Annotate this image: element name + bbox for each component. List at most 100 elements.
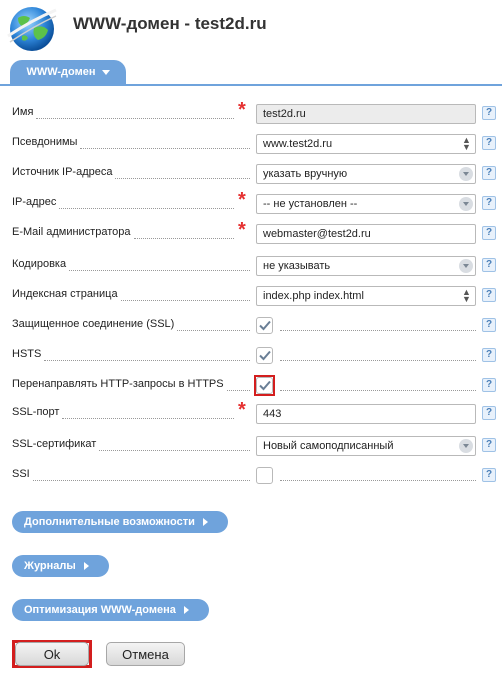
page-header: WWW-домен - test2d.ru <box>0 0 502 58</box>
field-label: Источник IP-адреса <box>12 166 113 178</box>
leader-dots <box>62 418 234 419</box>
field-label: SSL-сертификат <box>12 438 97 450</box>
help-icon[interactable]: ? <box>482 166 496 180</box>
help-icon[interactable]: ? <box>482 288 496 302</box>
field-value: index.php index.html <box>263 290 364 302</box>
field-value: -- не установлен -- <box>263 198 358 210</box>
leader-dots <box>59 208 234 209</box>
form-row: SSL-порт * 443? <box>0 399 502 426</box>
section-label: Журналы <box>24 560 76 572</box>
field-label: Перенаправлять HTTP-запросы в HTTPS <box>12 378 224 390</box>
field-label: Имя <box>12 106 34 118</box>
leader-dots <box>99 450 250 451</box>
section-label: Оптимизация WWW-домена <box>24 604 176 616</box>
cancel-button[interactable]: Отмена <box>106 642 185 666</box>
field-value: не указывать <box>263 260 331 272</box>
check-icon <box>259 380 271 391</box>
select-field[interactable]: Новый самоподписанный <box>256 436 476 456</box>
form-row: Кодировка не указывать? <box>0 254 502 278</box>
leader-dots <box>33 480 250 481</box>
form-row: Защищенное соединение (SSL)? <box>0 314 502 338</box>
form-row: IP-адрес * -- не установлен --? <box>0 189 502 216</box>
text-field[interactable]: webmaster@test2d.ru <box>256 224 476 244</box>
help-icon[interactable]: ? <box>482 468 496 482</box>
text-field[interactable]: test2d.ru <box>256 104 476 124</box>
field-label: Защищенное соединение (SSL) <box>12 318 175 330</box>
select-field[interactable]: не указывать <box>256 256 476 276</box>
globe-icon <box>7 7 57 51</box>
chevron-right-icon <box>83 562 89 570</box>
required-marker: * <box>238 99 246 121</box>
required-marker: * <box>238 399 246 421</box>
check-icon <box>259 320 271 331</box>
dropdown-arrow-icon[interactable] <box>459 259 473 273</box>
chevron-down-icon <box>101 69 110 75</box>
leader-dots <box>121 300 250 301</box>
checkbox[interactable] <box>256 347 273 364</box>
help-icon[interactable]: ? <box>482 438 496 452</box>
required-marker: * <box>238 219 246 241</box>
leader-dots <box>80 148 250 149</box>
required-marker: * <box>238 189 246 211</box>
help-icon[interactable]: ? <box>482 406 496 420</box>
leader-dots <box>280 390 476 391</box>
dropdown-arrow-icon[interactable] <box>459 197 473 211</box>
form-row: Псевдонимы www.test2d.ru ▲ ▼? <box>0 132 502 156</box>
field-value: www.test2d.ru <box>263 138 333 150</box>
list-field[interactable]: index.php index.html ▲ ▼ <box>256 286 476 306</box>
field-value: Новый самоподписанный <box>263 440 394 452</box>
check-icon <box>259 350 271 361</box>
chevron-right-icon <box>183 606 189 614</box>
help-icon[interactable]: ? <box>482 378 496 392</box>
help-icon[interactable]: ? <box>482 258 496 272</box>
list-field[interactable]: www.test2d.ru ▲ ▼ <box>256 134 476 154</box>
leader-dots <box>280 330 476 331</box>
field-label: HSTS <box>12 348 42 360</box>
expand-stepper-icon[interactable]: ▲ ▼ <box>462 288 471 304</box>
section-toggle[interactable]: Дополнительные возможности <box>12 511 228 533</box>
leader-dots <box>115 178 250 179</box>
tab-www-domain[interactable]: WWW-домен <box>10 60 126 84</box>
tab-bar: WWW-домен <box>0 60 502 86</box>
help-icon[interactable]: ? <box>482 106 496 120</box>
leader-dots <box>177 330 250 331</box>
leader-dots <box>69 270 250 271</box>
help-icon[interactable]: ? <box>482 136 496 150</box>
form-row: Источник IP-адреса указать вручную? <box>0 162 502 186</box>
help-icon[interactable]: ? <box>482 318 496 332</box>
leader-dots <box>227 390 250 391</box>
checkbox[interactable] <box>256 467 273 484</box>
help-icon[interactable]: ? <box>482 348 496 362</box>
field-value: 443 <box>263 408 282 420</box>
form-row: E-Mail администратора * webmaster@test2d.r… <box>0 219 502 246</box>
ok-button[interactable]: Ok <box>15 642 89 666</box>
page-title: WWW-домен - test2d.ru <box>73 14 267 33</box>
checkbox[interactable] <box>256 377 273 394</box>
select-field[interactable]: -- не установлен -- <box>256 194 476 214</box>
leader-dots <box>36 118 234 119</box>
section-label: Дополнительные возможности <box>24 516 195 528</box>
field-label: Кодировка <box>12 258 67 270</box>
field-value: указать вручную <box>263 168 348 180</box>
form-row: Индексная страница index.php index.html ▲ ▼… <box>0 284 502 308</box>
form-row: SSI? <box>0 464 502 488</box>
form-row: Имя * test2d.ru? <box>0 99 502 126</box>
field-value: webmaster@test2d.ru <box>263 228 371 240</box>
field-label: SSI <box>12 468 30 480</box>
field-label: Индексная страница <box>12 288 118 300</box>
dropdown-arrow-icon[interactable] <box>459 167 473 181</box>
dropdown-arrow-icon[interactable] <box>459 439 473 453</box>
section-toggle[interactable]: Журналы <box>12 555 109 577</box>
select-field[interactable]: указать вручную <box>256 164 476 184</box>
form-row: HSTS? <box>0 344 502 368</box>
field-value: test2d.ru <box>263 108 306 120</box>
section-toggle[interactable]: Оптимизация WWW-домена <box>12 599 209 621</box>
checkbox[interactable] <box>256 317 273 334</box>
expand-stepper-icon[interactable]: ▲ ▼ <box>462 136 471 152</box>
field-label: SSL-порт <box>12 406 60 418</box>
chevron-right-icon <box>202 518 208 526</box>
help-icon[interactable]: ? <box>482 226 496 240</box>
help-icon[interactable]: ? <box>482 196 496 210</box>
text-field[interactable]: 443 <box>256 404 476 424</box>
field-label: Псевдонимы <box>12 136 78 148</box>
